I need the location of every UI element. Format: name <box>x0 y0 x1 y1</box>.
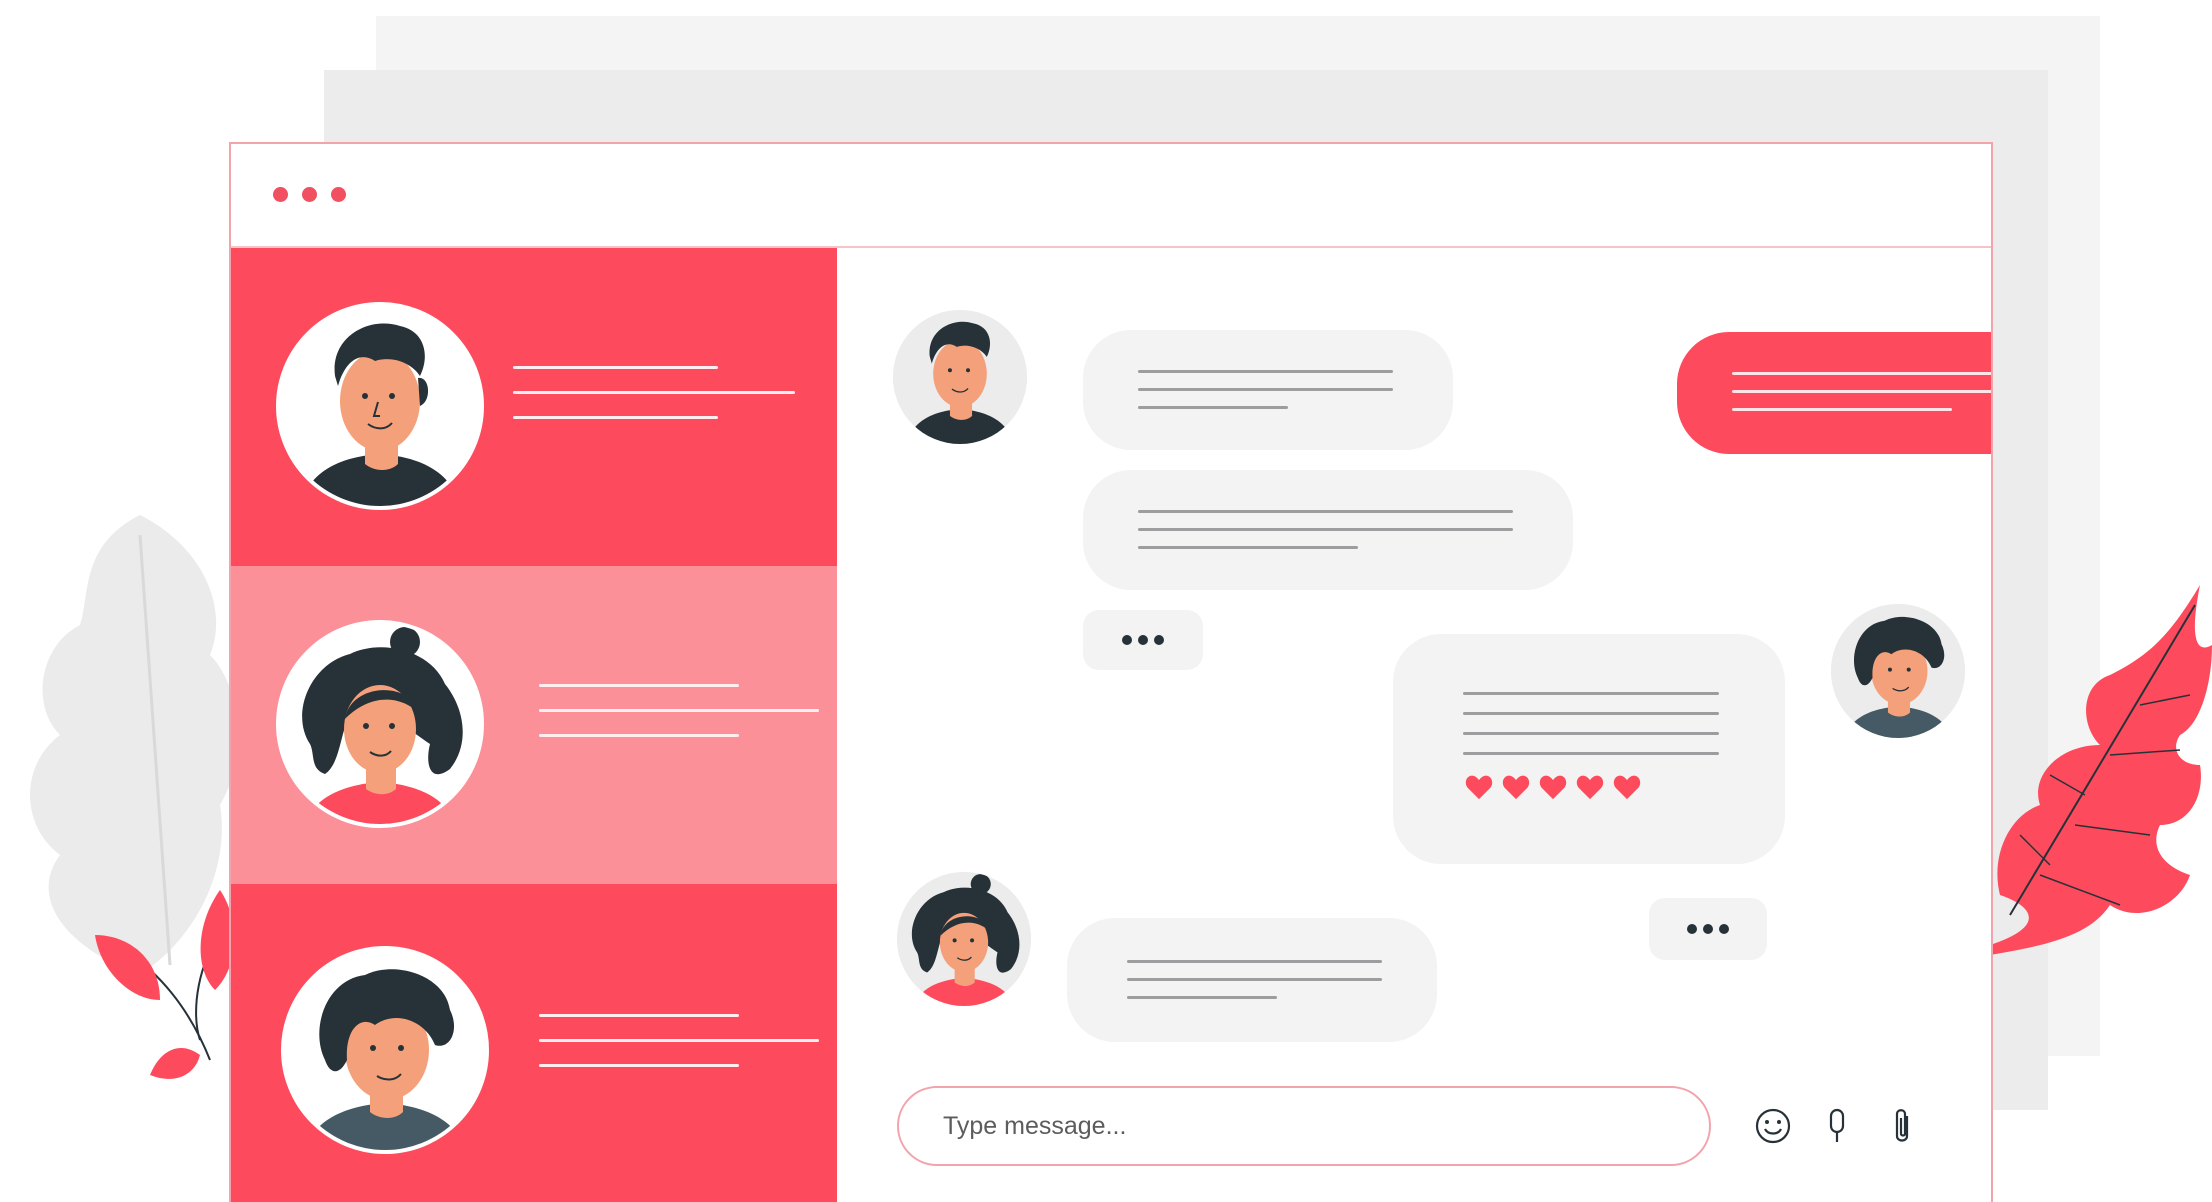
gray-leaf-decoration <box>30 515 239 975</box>
contact-preview-lines <box>539 1014 829 1089</box>
red-leaves-decoration-left <box>95 890 235 1079</box>
contact-item-selected[interactable] <box>231 566 837 884</box>
incoming-message-bubble <box>1083 330 1453 450</box>
attachment-button[interactable] <box>1881 1104 1925 1148</box>
contact-preview-lines <box>539 684 829 759</box>
heart-icon <box>1465 775 1493 800</box>
contacts-sidebar <box>231 248 837 1202</box>
window-controls <box>273 187 346 202</box>
incoming-message-bubble <box>1067 918 1437 1042</box>
microphone-button[interactable] <box>1815 1104 1859 1148</box>
heart-icon <box>1539 775 1567 800</box>
contact-item[interactable] <box>231 884 837 1202</box>
avatar <box>893 310 1027 444</box>
man-curly-hair-avatar-icon <box>1831 604 1965 738</box>
message-input[interactable] <box>897 1086 1711 1166</box>
window-titlebar <box>231 144 1991 248</box>
woman-curly-bun-avatar-icon <box>280 624 480 824</box>
window-control-dot[interactable] <box>273 187 288 202</box>
chat-illustration <box>0 0 2212 1202</box>
microphone-icon <box>1829 1108 1845 1142</box>
heart-icon <box>1502 775 1530 800</box>
avatar <box>276 302 484 510</box>
avatar <box>897 872 1031 1006</box>
window-control-dot[interactable] <box>331 187 346 202</box>
attachment-icon <box>1895 1109 1909 1142</box>
man-short-hair-avatar-icon <box>893 310 1027 444</box>
heart-icon <box>1576 775 1604 800</box>
emoji-icon <box>1755 1108 1791 1144</box>
message-bubble-with-reactions <box>1393 634 1785 864</box>
heart-icon <box>1613 775 1641 800</box>
man-curly-hair-avatar-icon <box>285 950 485 1150</box>
outgoing-message-bubble <box>1677 332 1991 454</box>
woman-curly-bun-avatar-icon <box>897 872 1031 1006</box>
contact-preview-lines <box>513 366 803 441</box>
avatar <box>281 946 489 1154</box>
man-short-hair-avatar-icon <box>280 306 480 506</box>
incoming-message-bubble <box>1083 470 1573 590</box>
chat-window <box>229 142 1993 1202</box>
avatar <box>1831 604 1965 738</box>
contact-item[interactable] <box>231 248 837 566</box>
typing-indicator <box>1649 898 1767 960</box>
typing-indicator <box>1083 610 1203 670</box>
emoji-button[interactable] <box>1751 1104 1795 1148</box>
chat-panel <box>837 248 1991 1202</box>
heart-reactions <box>1465 774 1641 800</box>
window-control-dot[interactable] <box>302 187 317 202</box>
avatar <box>276 620 484 828</box>
